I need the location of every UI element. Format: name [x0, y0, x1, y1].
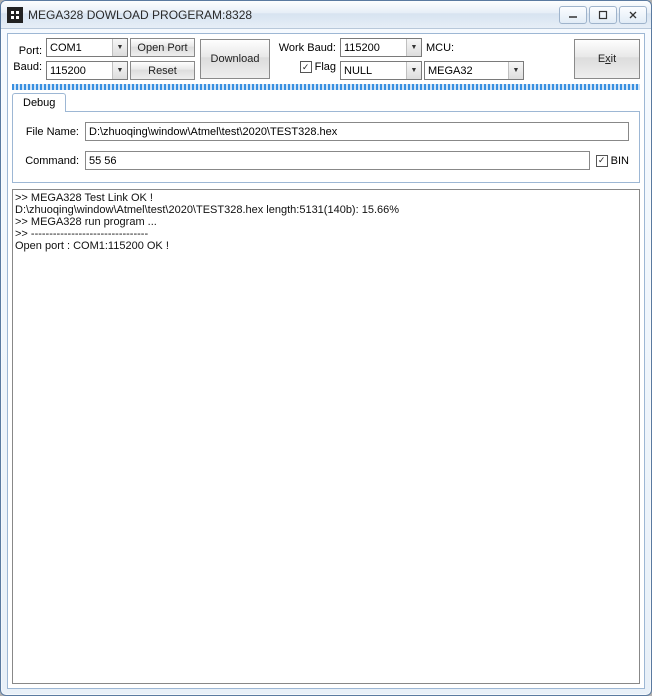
close-icon [628, 10, 638, 20]
splitter-grip[interactable] [12, 84, 640, 90]
reset-button[interactable]: Reset [130, 61, 195, 80]
work-baud-label: Work Baud: [279, 42, 336, 54]
flag-checkbox[interactable]: ✓ Flag [300, 58, 336, 77]
null-value: NULL [344, 65, 406, 77]
chevron-down-icon: ▼ [406, 62, 421, 79]
port-combo-value: COM1 [50, 42, 112, 54]
bin-checkbox[interactable]: ✓ BIN [596, 151, 629, 170]
filename-input[interactable] [85, 122, 629, 141]
exit-button[interactable]: Exit [574, 39, 640, 79]
command-label: Command: [23, 155, 79, 167]
app-window: MEGA328 DOWLOAD PROGERAM:8328 Port: Baud… [0, 0, 652, 696]
download-button[interactable]: Download [200, 39, 270, 79]
minimize-button[interactable] [559, 6, 587, 24]
tab-strip: Debug [12, 92, 640, 111]
open-port-button[interactable]: Open Port [130, 38, 195, 57]
tab-panel-debug: File Name: Command: ✓ BIN [12, 111, 640, 183]
bin-label: BIN [611, 155, 629, 167]
maximize-icon [598, 10, 608, 20]
flag-label: Flag [315, 61, 336, 73]
close-button[interactable] [619, 6, 647, 24]
chevron-down-icon: ▼ [112, 62, 127, 79]
window-title: MEGA328 DOWLOAD PROGERAM:8328 [28, 8, 252, 22]
filename-label: File Name: [23, 126, 79, 138]
baud-combo[interactable]: 115200 ▼ [46, 61, 128, 80]
toolbar: Port: Baud: COM1 ▼ 115200 ▼ Open Port Re… [10, 36, 642, 84]
checkbox-icon: ✓ [596, 155, 608, 167]
mcu-value: MEGA32 [428, 65, 508, 77]
titlebar[interactable]: MEGA328 DOWLOAD PROGERAM:8328 [1, 1, 651, 29]
port-label: Port: [19, 45, 42, 57]
command-input[interactable] [85, 151, 590, 170]
chevron-down-icon: ▼ [406, 39, 421, 56]
tab-debug[interactable]: Debug [12, 93, 66, 112]
maximize-button[interactable] [589, 6, 617, 24]
baud-combo-value: 115200 [50, 65, 112, 77]
mcu-combo[interactable]: MEGA32 ▼ [424, 61, 524, 80]
client-area: Port: Baud: COM1 ▼ 115200 ▼ Open Port Re… [7, 33, 645, 689]
null-combo[interactable]: NULL ▼ [340, 61, 422, 80]
work-baud-combo[interactable]: 115200 ▼ [340, 38, 422, 57]
console-output[interactable]: >> MEGA328 Test Link OK ! D:\zhuoqing\wi… [12, 189, 640, 684]
app-icon [7, 7, 23, 23]
chevron-down-icon: ▼ [112, 39, 127, 56]
port-combo[interactable]: COM1 ▼ [46, 38, 128, 57]
checkbox-icon: ✓ [300, 61, 312, 73]
mcu-label: MCU: [424, 38, 524, 57]
minimize-icon [568, 11, 578, 19]
work-baud-value: 115200 [344, 42, 406, 54]
window-controls [559, 6, 647, 24]
chevron-down-icon: ▼ [508, 62, 523, 79]
baud-label: Baud: [13, 61, 42, 73]
